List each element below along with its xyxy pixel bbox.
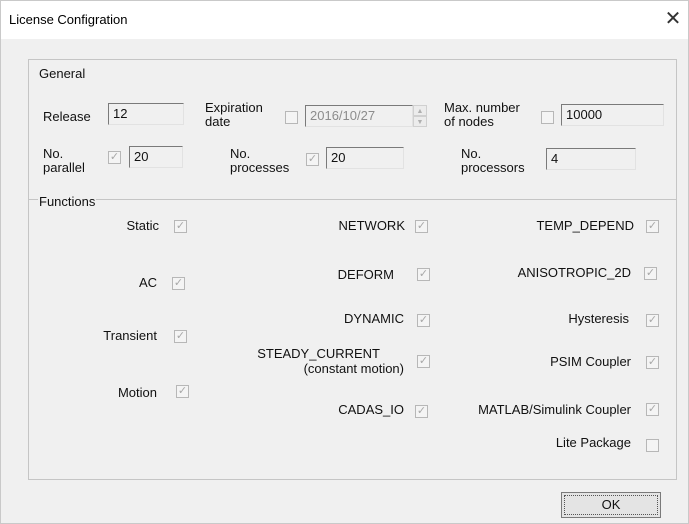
checkmark-icon: ✓: [175, 220, 186, 232]
spin-up-icon[interactable]: ▲: [413, 105, 427, 116]
ok-button[interactable]: OK: [561, 492, 661, 518]
checkmark-icon: ✓: [647, 403, 658, 415]
checkmark-icon: ✓: [173, 277, 184, 289]
hysteresis-checkbox[interactable]: ✓: [646, 314, 659, 327]
date-spinner[interactable]: ▲ ▼: [413, 105, 427, 127]
processes-label-line2: processes: [230, 160, 290, 175]
function-label-deform: DEFORM: [337, 267, 394, 282]
processors-label-line2: processors: [461, 160, 525, 175]
expiration-label-line2: date: [205, 114, 231, 129]
checkmark-icon: ✓: [109, 151, 120, 163]
ac-checkbox[interactable]: ✓: [172, 277, 185, 290]
max-nodes-label-line1: Max. number: [444, 100, 520, 115]
function-label-transient: Transient: [103, 328, 157, 343]
function-label-psim-coupler: PSIM Coupler: [550, 354, 631, 369]
cadas-io-checkbox[interactable]: ✓: [415, 405, 428, 418]
function-label-ac: AC: [138, 275, 157, 290]
function-label-dynamic: DYNAMIC: [344, 311, 404, 326]
function-label-cadas-io: CADAS_IO: [338, 402, 404, 417]
parallel-input[interactable]: 20: [129, 146, 183, 168]
checkmark-icon: ✓: [177, 385, 188, 397]
function-label-steady-current-line2: (constant motion): [303, 361, 404, 376]
functions-group-label: Functions: [38, 194, 97, 209]
temp-depend-checkbox[interactable]: ✓: [646, 220, 659, 233]
dynamic-checkbox[interactable]: ✓: [417, 314, 430, 327]
expiration-label-line1: Expiration: [205, 100, 263, 115]
checkmark-icon: ✓: [416, 405, 427, 417]
spin-down-icon[interactable]: ▼: [413, 116, 427, 127]
psim-coupler-checkbox[interactable]: ✓: [646, 356, 659, 369]
function-label-steady-current-line1: STEADY_CURRENT: [257, 346, 380, 361]
checkmark-icon: ✓: [647, 220, 658, 232]
expiration-date-field[interactable]: 2016/10/27: [305, 105, 413, 127]
ok-button-label: OK: [564, 495, 658, 515]
release-input[interactable]: 12: [108, 103, 184, 125]
max-nodes-label-line2: of nodes: [444, 114, 494, 129]
release-label: Release: [43, 109, 91, 124]
function-label-static: Static: [126, 218, 159, 233]
checkmark-icon: ✓: [645, 267, 656, 279]
parallel-label-line2: parallel: [43, 160, 85, 175]
function-label-motion: Motion: [117, 385, 157, 400]
checkmark-icon: ✓: [647, 356, 658, 368]
static-checkbox[interactable]: ✓: [174, 220, 187, 233]
close-icon[interactable]: ✕: [660, 6, 686, 32]
parallel-label-line1: No.: [43, 146, 64, 161]
checkmark-icon: ✓: [418, 314, 429, 326]
dialog-title: License Configration: [9, 12, 128, 27]
motion-checkbox[interactable]: ✓: [176, 385, 189, 398]
network-checkbox[interactable]: ✓: [415, 220, 428, 233]
function-label-temp-depend: TEMP_DEPEND: [536, 218, 634, 233]
parallel-checkbox[interactable]: ✓: [108, 151, 121, 164]
deform-checkbox[interactable]: ✓: [417, 268, 430, 281]
anisotropic-2d-checkbox[interactable]: ✓: [644, 267, 657, 280]
checkmark-icon: ✓: [416, 220, 427, 232]
general-group-label: General: [38, 66, 87, 81]
steady-current-checkbox[interactable]: ✓: [417, 355, 430, 368]
checkmark-icon: ✓: [418, 355, 429, 367]
processes-input[interactable]: 20: [326, 147, 404, 169]
lite-package-checkbox[interactable]: [646, 439, 659, 452]
expiration-checkbox[interactable]: [285, 111, 298, 124]
matlab-coupler-checkbox[interactable]: ✓: [646, 403, 659, 416]
checkmark-icon: ✓: [647, 314, 658, 326]
processors-input[interactable]: 4: [546, 148, 636, 170]
max-nodes-input[interactable]: 10000: [561, 104, 664, 126]
function-label-lite-package: Lite Package: [555, 435, 631, 450]
processes-checkbox[interactable]: ✓: [306, 153, 319, 166]
function-label-matlab-coupler: MATLAB/Simulink Coupler: [478, 402, 631, 417]
processes-label-line1: No.: [230, 146, 251, 161]
max-nodes-checkbox[interactable]: [541, 111, 554, 124]
function-label-network: NETWORK: [338, 218, 405, 233]
license-config-dialog: License Configration ✕ General Functions…: [0, 0, 689, 524]
function-label-hysteresis: Hysteresis: [568, 311, 629, 326]
checkmark-icon: ✓: [307, 153, 318, 165]
checkmark-icon: ✓: [418, 268, 429, 280]
group-divider: [29, 199, 677, 200]
processors-label-line1: No.: [461, 146, 482, 161]
function-label-anisotropic-2d: ANISOTROPIC_2D: [517, 265, 631, 280]
checkmark-icon: ✓: [175, 330, 186, 342]
transient-checkbox[interactable]: ✓: [174, 330, 187, 343]
title-bar: License Configration ✕: [1, 1, 688, 39]
